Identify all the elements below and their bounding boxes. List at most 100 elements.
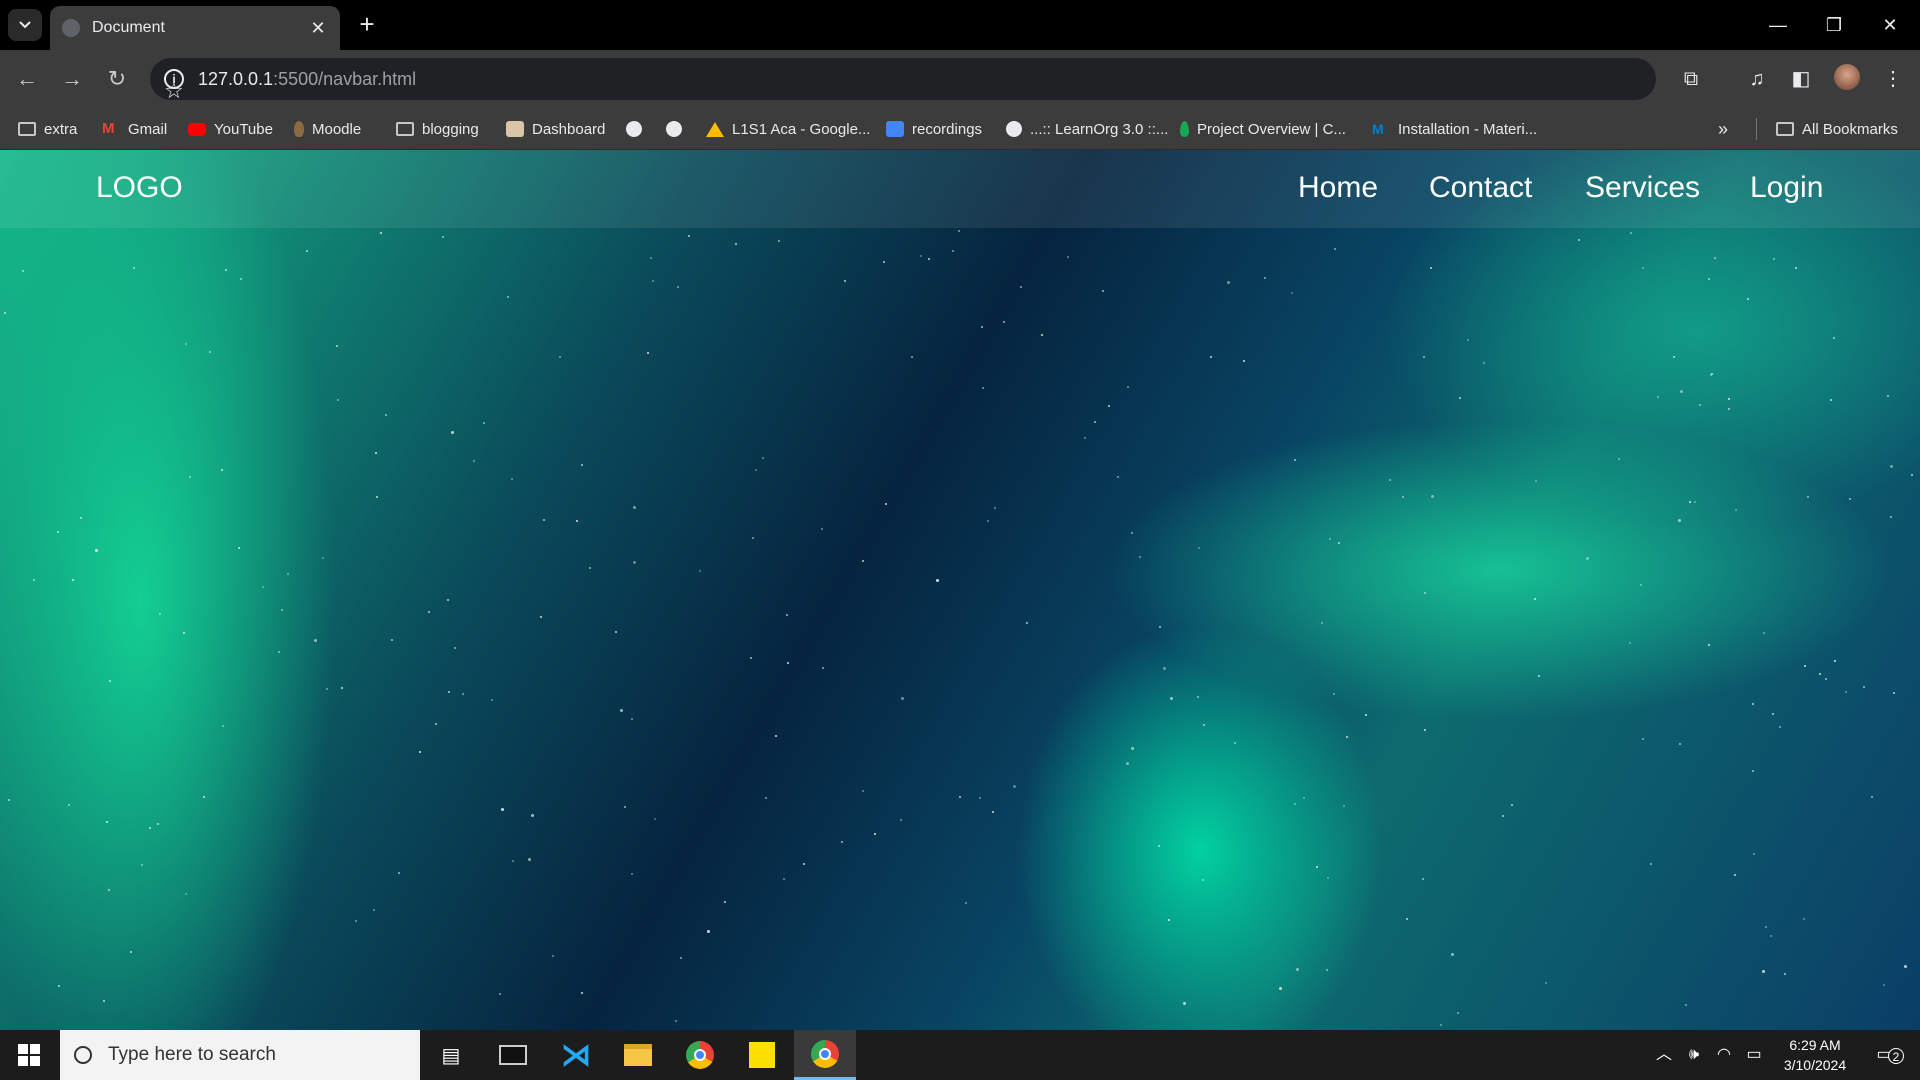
moodle-icon (294, 121, 304, 137)
close-icon[interactable]: ✕ (308, 18, 328, 39)
bookmark-blogging[interactable]: blogging (396, 116, 479, 142)
all-bookmarks-button[interactable]: All Bookmarks (1776, 116, 1898, 142)
start-button[interactable] (0, 1030, 58, 1080)
close-window-button[interactable]: ✕ (1862, 8, 1918, 42)
taskbar-search[interactable]: Type here to search (60, 1030, 420, 1080)
star (1067, 256, 1069, 258)
star (750, 657, 752, 659)
battery-icon[interactable]: ▭ (1740, 1030, 1768, 1080)
bookmark-globe-2[interactable] (666, 116, 690, 142)
wifi-icon[interactable]: ◠ (1710, 1030, 1738, 1080)
site-navbar: LOGO Home Contact Services Login (0, 150, 1920, 228)
star (1770, 935, 1772, 937)
star (72, 579, 74, 581)
extensions-icon[interactable]: ⧉ (1676, 64, 1706, 94)
star (1728, 398, 1730, 400)
volume-icon[interactable]: 🕪 (1680, 1030, 1708, 1080)
star (775, 735, 777, 737)
media-controls-icon[interactable]: ♫ (1742, 64, 1772, 94)
bookmark-gmail[interactable]: M Gmail (102, 116, 167, 142)
star (1365, 714, 1367, 716)
new-tab-button[interactable]: + (352, 10, 382, 40)
dashboard-icon (506, 121, 524, 137)
bookmark-installation[interactable]: M Installation - Materi... (1372, 116, 1537, 142)
address-bar[interactable]: i 127.0.0.1 :5500/navbar.html ☆ (150, 58, 1656, 103)
star (1673, 356, 1675, 358)
nav-link-home[interactable]: Home (1298, 171, 1378, 205)
bookmark-label: Gmail (128, 120, 168, 138)
star (8, 799, 10, 801)
star (322, 557, 324, 559)
star (762, 457, 764, 459)
nav-link-services[interactable]: Services (1585, 171, 1700, 205)
bookmark-moodle[interactable]: Moodle (294, 116, 361, 142)
side-panel-icon[interactable]: ◧ (1786, 64, 1816, 94)
minimize-button[interactable]: — (1750, 8, 1806, 42)
browser-tab[interactable]: Document ✕ (50, 6, 340, 50)
taskbar-vscode[interactable]: ⋊ (545, 1030, 607, 1080)
star (1747, 298, 1749, 300)
star (58, 985, 60, 987)
bookmark-youtube[interactable]: YouTube (188, 116, 273, 142)
bookmark-l1s1[interactable]: L1S1 Aca - Google... (706, 116, 870, 142)
taskbar-file-explorer[interactable] (607, 1030, 669, 1080)
star (306, 250, 308, 252)
url-host: 127.0.0.1 (198, 68, 274, 89)
star (183, 632, 185, 634)
bookmark-recordings[interactable]: recordings (886, 116, 982, 142)
taskbar-clock[interactable]: 6:29 AM 3/10/2024 (1770, 1035, 1860, 1075)
star (1334, 248, 1336, 250)
star (473, 460, 475, 462)
taskbar-chrome-profile[interactable] (794, 1030, 856, 1080)
star (1333, 693, 1335, 695)
bookmark-dashboard[interactable]: Dashboard (506, 116, 605, 142)
google-drive-icon (706, 121, 724, 137)
bookmark-star-icon[interactable]: ☆ (164, 78, 184, 103)
terminal-icon (499, 1045, 527, 1065)
star (1117, 476, 1119, 478)
star (68, 804, 70, 806)
show-hidden-icons-chevron-icon[interactable]: ︿ (1650, 1030, 1678, 1080)
star (499, 993, 501, 995)
star (1772, 713, 1774, 715)
star (1845, 691, 1847, 693)
star (1833, 337, 1835, 339)
mui-icon: M (1372, 121, 1384, 137)
bookmark-globe-1[interactable] (626, 116, 650, 142)
star (647, 352, 649, 354)
back-button[interactable]: ← (10, 62, 44, 96)
globe-icon (1006, 121, 1022, 137)
star (1765, 926, 1767, 928)
star (624, 806, 626, 808)
bookmark-learnorg[interactable]: ...:: LearnOrg 3.0 ::... (1006, 116, 1168, 142)
reload-button[interactable]: ↻ (100, 62, 134, 96)
task-view-button[interactable]: ▤ (420, 1030, 482, 1080)
restore-button[interactable]: ❐ (1806, 8, 1862, 42)
taskbar-terminal[interactable] (482, 1030, 544, 1080)
profile-avatar[interactable] (1834, 64, 1860, 90)
clock-time: 6:29 AM (1789, 1037, 1841, 1053)
more-bookmarks-chevron-icon[interactable]: » (1718, 116, 1728, 142)
star (1784, 973, 1786, 975)
star (1762, 970, 1765, 973)
star (1890, 516, 1892, 518)
taskbar-chrome[interactable] (669, 1030, 731, 1080)
star (965, 902, 967, 904)
taskbar-sticky-notes[interactable] (731, 1030, 793, 1080)
star (157, 823, 159, 825)
menu-icon[interactable]: ⋮ (1878, 64, 1908, 94)
star (883, 261, 885, 263)
nav-link-contact[interactable]: Contact (1429, 171, 1532, 205)
star (189, 476, 191, 478)
bookmark-extra[interactable]: extra (18, 116, 77, 142)
site-logo[interactable]: LOGO (96, 171, 183, 205)
forward-button[interactable]: → (55, 62, 89, 96)
notifications-button[interactable]: ▭ 2 (1864, 1030, 1904, 1080)
tab-search-button[interactable] (8, 9, 42, 41)
star (1763, 632, 1765, 634)
star (631, 718, 633, 720)
star (1163, 667, 1166, 670)
nav-link-login[interactable]: Login (1750, 171, 1823, 205)
star (765, 797, 767, 799)
bookmark-project-overview[interactable]: Project Overview | C... (1180, 116, 1346, 142)
